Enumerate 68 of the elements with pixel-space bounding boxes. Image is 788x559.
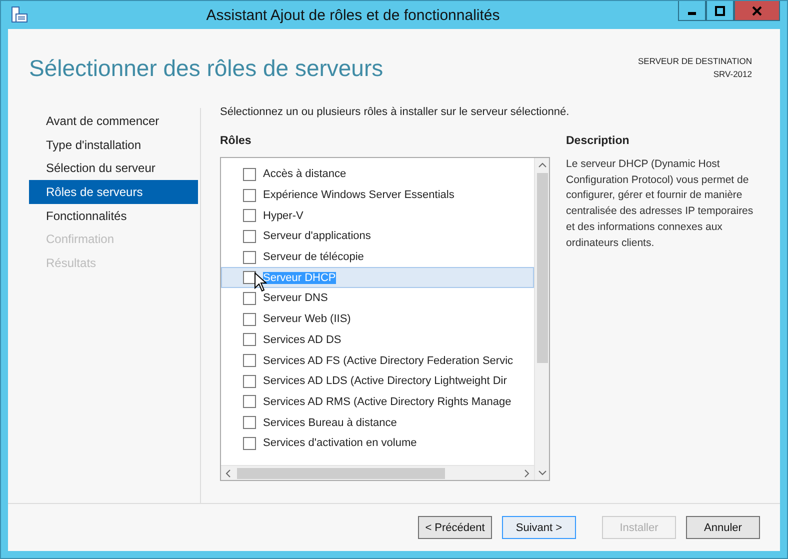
role-row[interactable]: Expérience Windows Server Essentials	[221, 184, 534, 206]
role-row[interactable]: Services Bureau à distance	[221, 412, 534, 433]
checkbox[interactable]	[243, 416, 256, 430]
role-label: Services d'activation en volume	[263, 437, 417, 450]
role-label: Serveur d'applications	[263, 230, 371, 242]
close-icon	[752, 6, 762, 16]
checkbox[interactable]	[243, 374, 256, 388]
role-row[interactable]: Services AD RMS (Active Directory Rights Manage	[221, 392, 534, 412]
page-title: Sélectionner des rôles de serveurs	[29, 55, 384, 81]
checkbox[interactable]	[243, 188, 256, 202]
role-label: Services Bureau à distance	[263, 416, 397, 429]
destination-server: SRV-2012	[713, 68, 752, 81]
role-row[interactable]: Services AD DS	[221, 330, 534, 350]
wizard-step[interactable]: Avant de commencer	[29, 109, 198, 133]
roles-heading: Rôles	[220, 135, 252, 147]
vertical-scrollbar[interactable]	[534, 158, 549, 480]
checkbox[interactable]	[243, 250, 256, 264]
role-row[interactable]: Serveur Web (IIS)	[221, 308, 534, 330]
destination-label: SERVEUR DE DESTINATION	[638, 55, 752, 68]
wizard-button[interactable]: Suivant >	[502, 516, 576, 539]
minimize-icon	[688, 12, 696, 14]
role-row[interactable]: Serveur d'applications	[221, 226, 534, 247]
role-label: Serveur Web (IIS)	[263, 313, 351, 326]
role-label: Services AD RMS (Active Directory Rights Manage	[263, 396, 512, 408]
checkbox[interactable]	[243, 395, 256, 408]
checkbox[interactable]	[243, 230, 256, 243]
role-label: Serveur de télécopie	[263, 251, 364, 264]
role-row[interactable]: Serveur de télécopie	[221, 246, 534, 268]
wizard-step[interactable]: Sélection du serveur	[29, 156, 198, 180]
checkbox[interactable]	[243, 292, 256, 305]
wizard-step[interactable]: Fonctionnalités	[29, 204, 198, 228]
role-label: Services AD LDS (Active Directory Lightweight Dir	[263, 375, 507, 388]
role-label: Serveur DNS	[263, 292, 328, 304]
role-label: Services AD FS (Active Directory Federation Servic	[263, 354, 514, 367]
checkbox[interactable]	[243, 168, 256, 181]
instruction-text: Sélectionnez un ou plusieurs rôles à installer sur le serveur sélectionné.	[220, 106, 570, 118]
role-row[interactable]: Services AD FS (Active Directory Federation Servic	[221, 350, 534, 371]
scroll-thumb[interactable]	[537, 173, 548, 363]
wizard-button[interactable]: Annuler	[686, 516, 760, 539]
role-label: Services AD DS	[263, 334, 342, 346]
minimize-button[interactable]	[678, 1, 706, 21]
maximize-button[interactable]	[706, 1, 734, 21]
maximize-icon	[715, 6, 725, 16]
server-manager-icon	[10, 6, 28, 24]
description-text: Le serveur DHCP (Dynamic Host Configuration Protocol) vous permet de configurer, gérer et fournir de manière centralisée des adresses IP temporaires et des informations connexes aux ordinateurs clients.	[566, 157, 754, 251]
description-heading: Description	[566, 135, 630, 147]
wizard-button[interactable]: < Précédent	[418, 516, 492, 539]
checkbox[interactable]	[243, 354, 256, 368]
checkbox[interactable]	[243, 333, 256, 346]
role-row[interactable]: Serveur DNS	[221, 288, 534, 309]
role-label: Expérience Windows Server Essentials	[263, 189, 454, 202]
role-row[interactable]: Services AD LDS (Active Directory Lightweight Dir	[221, 370, 534, 392]
checkbox[interactable]	[243, 209, 256, 222]
role-label: Serveur DHCP	[263, 272, 336, 284]
horizontal-scrollbar[interactable]	[221, 465, 534, 480]
wizard-step[interactable]: Type d'installation	[29, 132, 198, 156]
close-button[interactable]	[734, 1, 780, 21]
role-label: Hyper-V	[263, 210, 304, 222]
window-title: Assistant Ajout de rôles et de fonctionnalités	[205, 6, 501, 24]
checkbox[interactable]	[243, 312, 256, 326]
role-label: Accès à distance	[263, 168, 346, 180]
role-row[interactable]: Accès à distance	[221, 164, 534, 185]
role-row[interactable]: Hyper-V	[221, 205, 534, 226]
role-row[interactable]: Services d'activation en volume	[221, 432, 534, 454]
checkbox[interactable]	[243, 271, 256, 284]
scroll-thumb[interactable]	[237, 468, 445, 479]
wizard-step[interactable]: Rôles de serveurs	[29, 180, 198, 204]
checkbox[interactable]	[243, 436, 256, 450]
